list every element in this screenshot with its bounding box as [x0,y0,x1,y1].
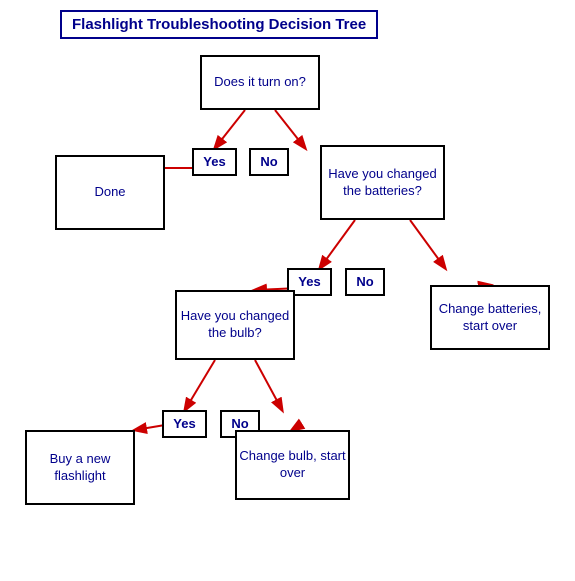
yes-btn-3: Yes [162,410,207,438]
node-change-bulb: Change bulb, start over [235,430,350,500]
no-btn-2: No [345,268,385,296]
no-btn-1: No [249,148,289,176]
node-q2: Have you changed the batteries? [320,145,445,220]
node-done: Done [55,155,165,230]
node-buy: Buy a new flashlight [25,430,135,505]
node-q3: Have you changed the bulb? [175,290,295,360]
diagram-title: Flashlight Troubleshooting Decision Tree [60,10,378,39]
node-q1: Does it turn on? [200,55,320,110]
node-change-bat: Change batteries, start over [430,285,550,350]
yes-btn-1: Yes [192,148,237,176]
diagram: Flashlight Troubleshooting Decision Tree [0,0,575,581]
